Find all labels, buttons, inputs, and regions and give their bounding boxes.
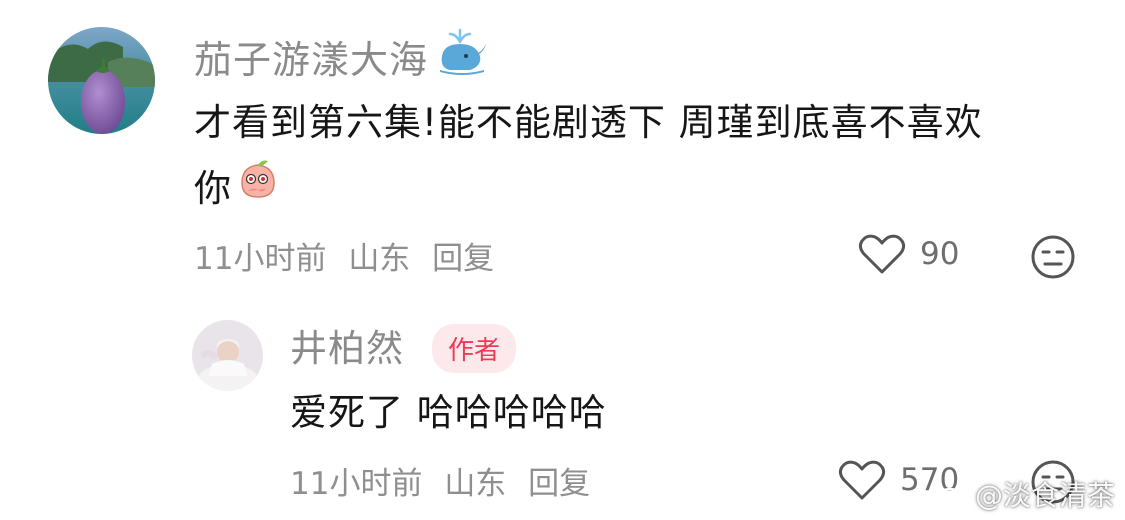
dislike-button[interactable]	[1030, 234, 1076, 284]
reply-time: 11小时前	[290, 466, 423, 502]
reply-reply-button[interactable]: 回复	[528, 466, 590, 502]
comment-text: 才看到第六集!能不能剧透下 周瑾到底喜不喜欢 你	[194, 90, 1094, 222]
comment-time: 11小时前	[194, 241, 327, 277]
comment-thread: 茄子游漾大海 才看到第六集!能不能剧透下 周瑾到底喜不喜欢 你 11小时前 山东…	[0, 0, 1125, 520]
author-avatar[interactable]	[192, 320, 263, 391]
reply-meta: 11小时前 山东 回复	[290, 458, 602, 503]
author-badge: 作者	[432, 324, 517, 373]
like-count: 90	[920, 236, 960, 272]
unamused-face-icon	[1031, 235, 1075, 279]
author-username[interactable]: 井柏然	[290, 318, 404, 372]
heart-icon	[858, 234, 906, 274]
reply-text: 爱死了 哈哈哈哈哈	[290, 391, 607, 434]
comment-location: 山东	[348, 241, 411, 277]
watermark-text: @淡食清茶	[974, 479, 1115, 512]
comment-meta: 11小时前 山东 回复	[194, 233, 506, 278]
heart-icon	[838, 460, 886, 500]
weibo-logo-icon	[935, 483, 969, 509]
like-button[interactable]: 90	[858, 233, 959, 275]
commenter-avatar[interactable]	[48, 27, 155, 134]
weibo-watermark: @淡食清茶	[935, 474, 1115, 514]
peach-face-icon	[236, 156, 280, 222]
reply-button[interactable]: 回复	[432, 241, 494, 277]
commenter-username[interactable]: 茄子游漾大海	[194, 26, 488, 87]
spouting-whale-icon	[436, 26, 488, 87]
reply-location: 山东	[444, 466, 507, 502]
